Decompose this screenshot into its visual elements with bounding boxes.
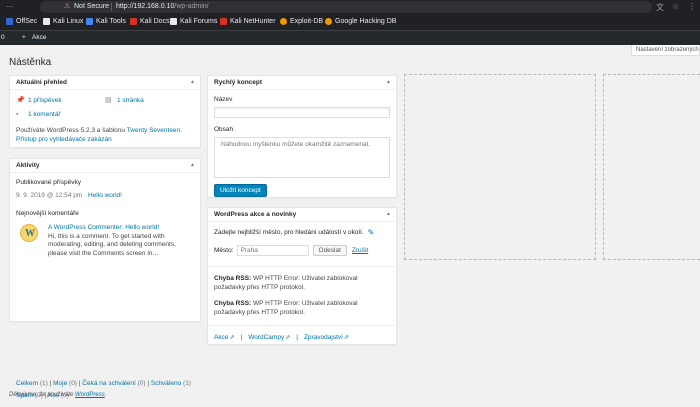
content-label: Obsah bbox=[214, 126, 234, 133]
city-input[interactable]: Praha bbox=[236, 245, 309, 256]
events-intro: Zadejte nejbližší město, pro hledání udá… bbox=[214, 228, 375, 237]
comment-filters: Celkem (1) | Moje (0) | Čeká na schválen… bbox=[16, 380, 191, 399]
bookmark-google-hacking-db[interactable]: Google Hacking DB bbox=[325, 18, 396, 25]
kali-tools-icon bbox=[86, 18, 93, 25]
search-engines-link[interactable]: Přístup pro vyhledávače zakázán bbox=[16, 136, 112, 143]
glance-posts[interactable]: 📌 1 příspěvek bbox=[16, 96, 105, 105]
admin-footer: Děkujeme, že používáte WordPress. bbox=[9, 392, 107, 398]
glance-pages[interactable]: ▤ 1 stránka bbox=[105, 96, 194, 105]
empty-widget-dropzone[interactable] bbox=[404, 74, 596, 260]
browser-toolbar: ⋯ ⚠ Not Secure http://192.168.0.10/wp-ad… bbox=[0, 0, 700, 14]
bookmark-exploit-db[interactable]: Exploit-DB bbox=[280, 18, 323, 25]
bookmark-kali-linux[interactable]: Kali Linux bbox=[43, 18, 83, 25]
comment-author[interactable]: A WordPress Commenter: bbox=[48, 224, 125, 231]
comment-icon: ▪ bbox=[16, 111, 19, 118]
filter-pending[interactable]: Čeká na schválení bbox=[82, 380, 135, 387]
pages-link[interactable]: 1 stránka bbox=[117, 97, 144, 104]
post-title-link[interactable]: Hello world! bbox=[88, 192, 122, 199]
bookmarks-bar: OffSec Kali Linux Kali Tools Kali Docs K… bbox=[0, 14, 700, 31]
pages-icon: ▤ bbox=[105, 97, 112, 104]
page-title: Nástěnka bbox=[9, 57, 52, 68]
admin-bar-comments-count[interactable]: 0 bbox=[1, 34, 5, 41]
kali-docs-icon bbox=[130, 18, 137, 25]
posts-link[interactable]: 1 příspěvek bbox=[28, 97, 62, 104]
at-a-glance-widget: Aktuální přehled ▲ 📌 1 příspěvek ▤ 1 stránk… bbox=[9, 75, 201, 148]
activity-widget: Aktivity ▲ Publikované příspěvky 9. 9. 20… bbox=[9, 158, 201, 399]
theme-link[interactable]: Twenty Seventeen bbox=[127, 127, 180, 134]
wordpress-link[interactable]: WordPress bbox=[75, 392, 105, 398]
city-label: Město: bbox=[214, 247, 234, 254]
collapse-icon[interactable]: ▲ bbox=[190, 79, 195, 85]
bookmark-kali-tools[interactable]: Kali Tools bbox=[86, 18, 126, 25]
divider bbox=[208, 325, 396, 326]
pin-icon: 📌 bbox=[16, 97, 25, 104]
kali-forums-icon bbox=[170, 18, 177, 25]
screen-options-button[interactable]: Nastavení zobrazených bbox=[631, 45, 700, 56]
filter-approved[interactable]: Schváleno bbox=[151, 380, 181, 387]
rss-error-2: Chyba RSS: WP HTTP Error: Uživatel zablo… bbox=[214, 300, 358, 316]
glance-comments[interactable]: ▪ 1 komentář bbox=[16, 111, 105, 118]
bookmark-star-icon[interactable]: ☆ bbox=[672, 2, 679, 11]
comment-item: A WordPress Commenter: Hello world! Hi, … bbox=[16, 224, 194, 258]
avatar bbox=[20, 224, 38, 242]
exploit-db-icon bbox=[280, 18, 287, 25]
address-separator bbox=[111, 3, 112, 11]
ghdb-icon bbox=[325, 18, 332, 25]
plus-icon[interactable]: + bbox=[22, 34, 26, 41]
draft-title-input[interactable] bbox=[214, 107, 390, 118]
filter-all[interactable]: Celkem bbox=[16, 380, 38, 387]
widget-header[interactable]: Aktuální přehled ▲ bbox=[10, 76, 200, 90]
url-text[interactable]: http://192.168.0.10/wp-admin/ bbox=[116, 3, 209, 10]
title-label: Název bbox=[214, 96, 233, 103]
news-link[interactable]: Zpravodajství⇗ bbox=[304, 334, 349, 341]
not-secure-icon[interactable]: ⚠ bbox=[64, 2, 70, 10]
meetups-link[interactable]: Akce⇗ bbox=[214, 334, 234, 341]
comment-post-link[interactable]: Hello world! bbox=[125, 224, 159, 231]
security-label[interactable]: Not Secure bbox=[74, 3, 109, 10]
nethunter-icon bbox=[220, 18, 227, 25]
extensions-icon[interactable]: ⋮ bbox=[688, 2, 696, 11]
published-heading: Publikované příspěvky bbox=[16, 179, 82, 186]
cancel-link[interactable]: Zrušit bbox=[352, 247, 368, 254]
comments-link[interactable]: 1 komentář bbox=[28, 111, 61, 118]
rss-error-1: Chyba RSS: WP HTTP Error: Uživatel zablo… bbox=[214, 275, 358, 291]
post-date: 9. 9. 2019 @ 12:54 pm bbox=[16, 192, 83, 199]
offsec-icon bbox=[6, 18, 13, 25]
bookmark-kali-docs[interactable]: Kali Docs bbox=[130, 18, 170, 25]
bookmark-offsec[interactable]: OffSec bbox=[6, 18, 37, 25]
events-links: Akce⇗ | WordCampy⇗ | Zpravodajství⇗ bbox=[214, 334, 349, 341]
translate-icon[interactable]: 文 bbox=[656, 2, 664, 13]
city-form: Město: Praha Odeslat Zrušit bbox=[214, 245, 390, 256]
collapse-icon[interactable]: ▲ bbox=[190, 162, 195, 168]
submit-city-button[interactable]: Odeslat bbox=[312, 245, 347, 256]
bookmark-kali-nethunter[interactable]: Kali NetHunter bbox=[220, 18, 276, 25]
wp-admin-bar: 0 + Akce bbox=[0, 31, 700, 45]
divider bbox=[208, 266, 396, 267]
kali-icon bbox=[43, 18, 50, 25]
comment-text: Hi, this is a comment. To get started wi… bbox=[48, 232, 176, 257]
collapse-icon[interactable]: ▲ bbox=[386, 211, 391, 217]
widget-header[interactable]: WordPress akce a novinky ▲ bbox=[208, 208, 396, 222]
external-link-icon: ⇗ bbox=[285, 335, 291, 341]
widget-header[interactable]: Aktivity ▲ bbox=[10, 159, 200, 173]
admin-bar-new[interactable]: Akce bbox=[32, 34, 46, 41]
external-link-icon: ⇗ bbox=[229, 335, 235, 341]
draft-content-textarea[interactable]: Náhodnou myšlenku můžete okamžitě zaznam… bbox=[214, 137, 390, 178]
collapse-icon[interactable]: ▲ bbox=[386, 79, 391, 85]
menu-dots-icon[interactable]: ⋯ bbox=[6, 3, 13, 11]
wordcamps-link[interactable]: WordCampy⇗ bbox=[248, 334, 290, 341]
filter-mine[interactable]: Moje bbox=[53, 380, 67, 387]
widget-header[interactable]: Rychlý koncept ▲ bbox=[208, 76, 396, 90]
version-info: Používáte WordPress 5.2.3 a šablonu Twen… bbox=[16, 127, 182, 143]
empty-widget-dropzone[interactable] bbox=[603, 74, 700, 260]
save-draft-button[interactable]: Uložit koncept bbox=[214, 184, 267, 197]
quick-draft-widget: Rychlý koncept ▲ Název Obsah Náhodnou myš… bbox=[207, 75, 397, 198]
bookmark-kali-forums[interactable]: Kali Forums bbox=[170, 18, 217, 25]
pencil-icon[interactable]: ✎ bbox=[368, 228, 375, 237]
events-news-widget: WordPress akce a novinky ▲ Zadejte nejbli… bbox=[207, 207, 397, 345]
activity-post-row: 9. 9. 2019 @ 12:54 pm Hello world! bbox=[16, 192, 194, 199]
comments-heading: Nejnovější komentáře bbox=[16, 210, 79, 217]
external-link-icon: ⇗ bbox=[343, 335, 349, 341]
